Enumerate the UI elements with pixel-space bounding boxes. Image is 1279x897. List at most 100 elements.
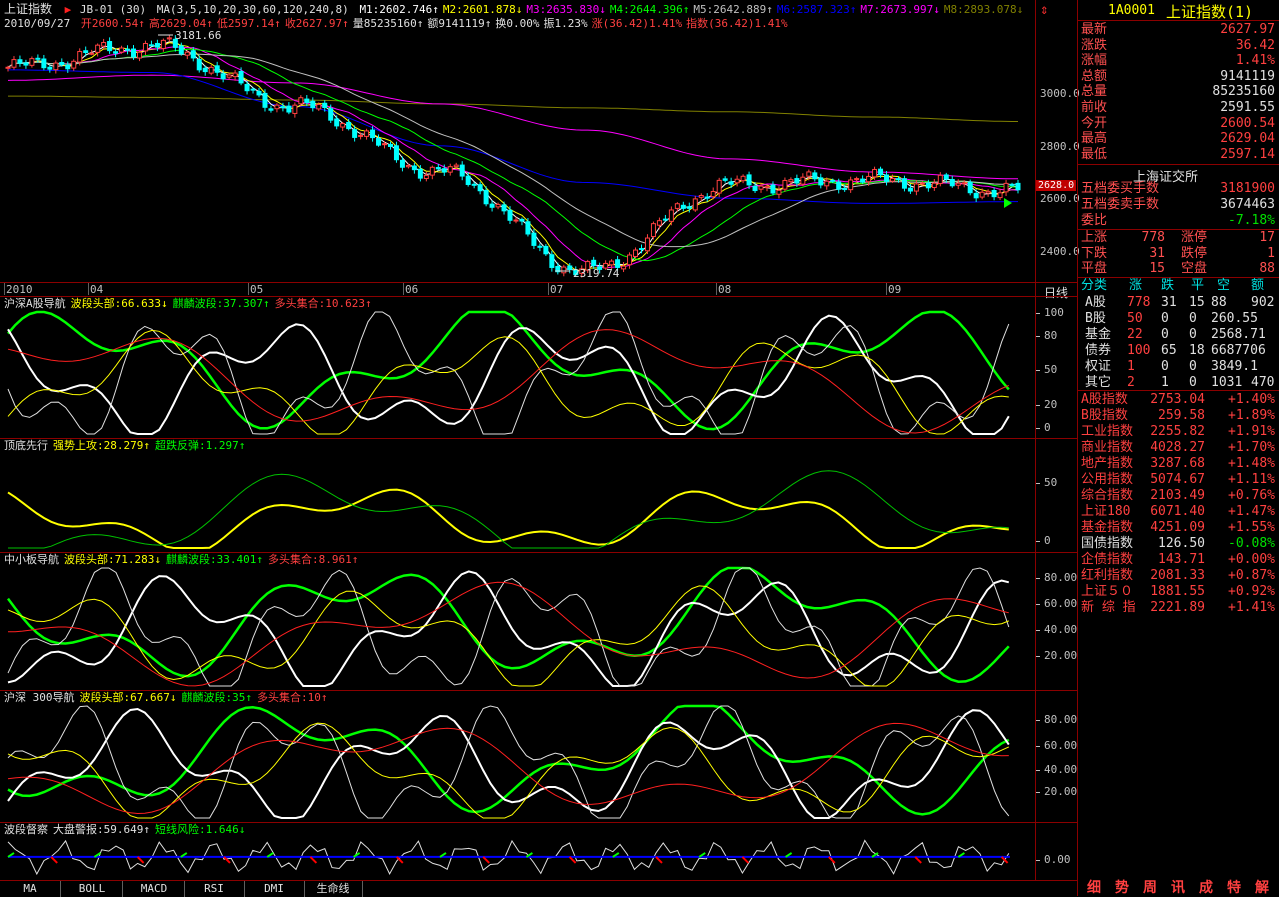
candle <box>692 195 698 212</box>
info-tab[interactable]: 解 <box>1250 880 1274 896</box>
lock-icon[interactable]: ⇕ <box>1040 2 1048 18</box>
index-row[interactable]: 商业指数 4028.27 +1.70% <box>1081 440 1277 456</box>
class-header-cell: 空 <box>1217 278 1231 293</box>
info-tab[interactable]: 成 <box>1194 880 1218 896</box>
index-row[interactable]: B股指数 259.58 +1.89% <box>1081 408 1277 424</box>
index-row[interactable]: 国债指数 126.50 -0.08% <box>1081 536 1277 552</box>
indicator-tab[interactable]: MACD <box>124 881 185 897</box>
class-row[interactable]: 基金 22 0 0 2568.71 <box>1081 327 1277 343</box>
candle <box>1015 179 1021 194</box>
index-pct: +1.40% <box>1228 392 1275 407</box>
candle <box>262 89 268 112</box>
candle <box>937 172 943 187</box>
quote-key: 今开 <box>1081 115 1108 131</box>
ma-line-5 <box>7 42 1019 271</box>
panel-tick: 0 <box>1044 421 1051 434</box>
index-value: 5074.67 <box>1150 472 1205 487</box>
index-row[interactable]: 综合指数 2103.49 +0.76% <box>1081 488 1277 504</box>
index-value: 4251.09 <box>1150 520 1205 535</box>
index-row[interactable]: 基金指数 4251.09 +1.55% <box>1081 520 1277 536</box>
index-key: 商业指数 <box>1081 440 1134 455</box>
index-name[interactable]: 上证指数 <box>4 2 52 16</box>
candle <box>41 54 47 71</box>
candle <box>621 262 627 273</box>
panel-value: 波段头部:67.667↓ <box>79 691 177 704</box>
index-value: 2753.04 <box>1150 392 1205 407</box>
class-header-cell: 额 <box>1251 278 1265 293</box>
ma-line-10 <box>7 46 1019 269</box>
index-row[interactable]: 公用指数 5074.67 +1.11% <box>1081 472 1277 488</box>
class-row[interactable]: A股 778 31 15 88 902 <box>1081 295 1277 311</box>
candle <box>740 174 746 184</box>
info-tab[interactable]: 细 <box>1082 880 1106 896</box>
candle <box>405 163 411 169</box>
indicator-chart[interactable] <box>0 452 1035 550</box>
indicator-tab[interactable]: BOLL <box>62 881 123 897</box>
info-tab[interactable]: 势 <box>1110 880 1134 896</box>
index-value: 259.58 <box>1158 408 1205 423</box>
ma-value: M1:2602.746↑ <box>359 3 439 16</box>
index-row[interactable]: 上证５０ 1881.55 +0.92% <box>1081 584 1277 600</box>
quote-key: 最新 <box>1081 22 1108 37</box>
indicator-tab[interactable]: 生命线 <box>304 881 363 897</box>
index-row[interactable]: A股指数 2753.04 +1.40% <box>1081 392 1277 408</box>
indicator-tab[interactable]: MA <box>0 881 61 897</box>
class-row[interactable]: B股 50 0 0 260.55 <box>1081 311 1277 327</box>
indicator-chart[interactable] <box>0 836 1035 878</box>
index-key: 综合指数 <box>1081 488 1134 503</box>
panel-title[interactable]: 沪深A股导航 波段头部:66.633↓ 麒麟波段:37.307↑ 多头集合:10.62… <box>4 297 372 310</box>
ma-value: M6:2587.323↑ <box>776 3 857 16</box>
panel-value: 麒麟波段:37.307↑ <box>172 297 270 310</box>
class-cell: 470 <box>1251 375 1275 390</box>
index-row[interactable]: 红利指数 2081.33 +0.87% <box>1081 568 1277 584</box>
indicator-chart[interactable] <box>0 310 1035 436</box>
formula-name[interactable]: JB-01 (30) <box>80 3 146 16</box>
index-row[interactable]: 企债指数 143.71 +0.00% <box>1081 552 1277 568</box>
panel-title[interactable]: 中小板导航 波段头部:71.283↓ 麒麟波段:33.401↑ 多头集合:8.961↑ <box>4 553 358 566</box>
panel-title[interactable]: 顶底先行 强势上攻:28.279↑ 超跌反弹:1.297↑ <box>4 439 245 452</box>
class-row[interactable]: 其它 2 1 0 1031 470 <box>1081 375 1277 391</box>
panel-title[interactable]: 沪深 300导航 波段头部:67.667↓ 麒麟波段:35↑ 多头集合:10↑ <box>4 691 327 704</box>
breadth-key: 平盘 <box>1081 261 1108 277</box>
quote-row: 涨跌 36.42 <box>1081 38 1277 54</box>
y-tick-label: 2400.0 <box>1040 244 1080 258</box>
play-icon[interactable]: ▶ <box>65 3 72 16</box>
panel-value: 强势上攻:28.279↑ <box>53 439 150 452</box>
candle <box>501 201 507 215</box>
panel-tick: 50 <box>1044 476 1058 489</box>
order-value: -7.18% <box>1228 213 1275 228</box>
candle <box>997 188 1003 201</box>
kline-chart[interactable] <box>0 28 1077 296</box>
index-row[interactable]: 上证180 6071.40 +1.47% <box>1081 504 1277 520</box>
indicator-tab[interactable]: DMI <box>244 881 305 897</box>
class-header-cell: 平 <box>1191 278 1205 293</box>
index-row[interactable]: 新 综 指 2221.89 +1.41% <box>1081 600 1277 616</box>
candle <box>142 40 148 56</box>
info-tab[interactable]: 讯 <box>1166 880 1190 896</box>
class-cell: 0 <box>1189 327 1197 342</box>
indicator-chart[interactable] <box>0 566 1035 688</box>
index-key: 国债指数 <box>1081 536 1134 551</box>
class-cell: 100 <box>1127 343 1151 358</box>
index-row[interactable]: 地产指数 3287.68 +1.48% <box>1081 456 1277 472</box>
candle <box>656 217 662 230</box>
candle <box>459 161 465 181</box>
class-row[interactable]: 权证 1 0 0 3849.1 <box>1081 359 1277 375</box>
candle <box>525 218 531 237</box>
panel-tick: 20.00 <box>1044 649 1078 662</box>
panel-name: 顶底先行 <box>4 439 48 452</box>
panel-tick: 60.00 <box>1044 597 1078 610</box>
period-label[interactable]: 日线 <box>1044 284 1068 301</box>
index-row[interactable]: 工业指数 2255.82 +1.91% <box>1081 424 1277 440</box>
class-cell: 2568.71 <box>1211 327 1266 342</box>
indicator-chart[interactable] <box>0 704 1035 820</box>
panel-title[interactable]: 波段督察 大盘警报:59.649↑ 短线风险:1.646↓ <box>4 823 245 836</box>
ma-value: M4:2644.396↑ <box>609 3 690 16</box>
info-tab[interactable]: 周 <box>1138 880 1162 896</box>
indicator-tab[interactable]: RSI <box>184 881 245 897</box>
class-row[interactable]: 债券 100 65 18 6687706 <box>1081 343 1277 359</box>
candle <box>680 201 686 212</box>
info-tab[interactable]: 特 <box>1222 880 1246 896</box>
class-cell: 0 <box>1161 311 1169 326</box>
breadth-key: 跌停 <box>1181 245 1208 261</box>
